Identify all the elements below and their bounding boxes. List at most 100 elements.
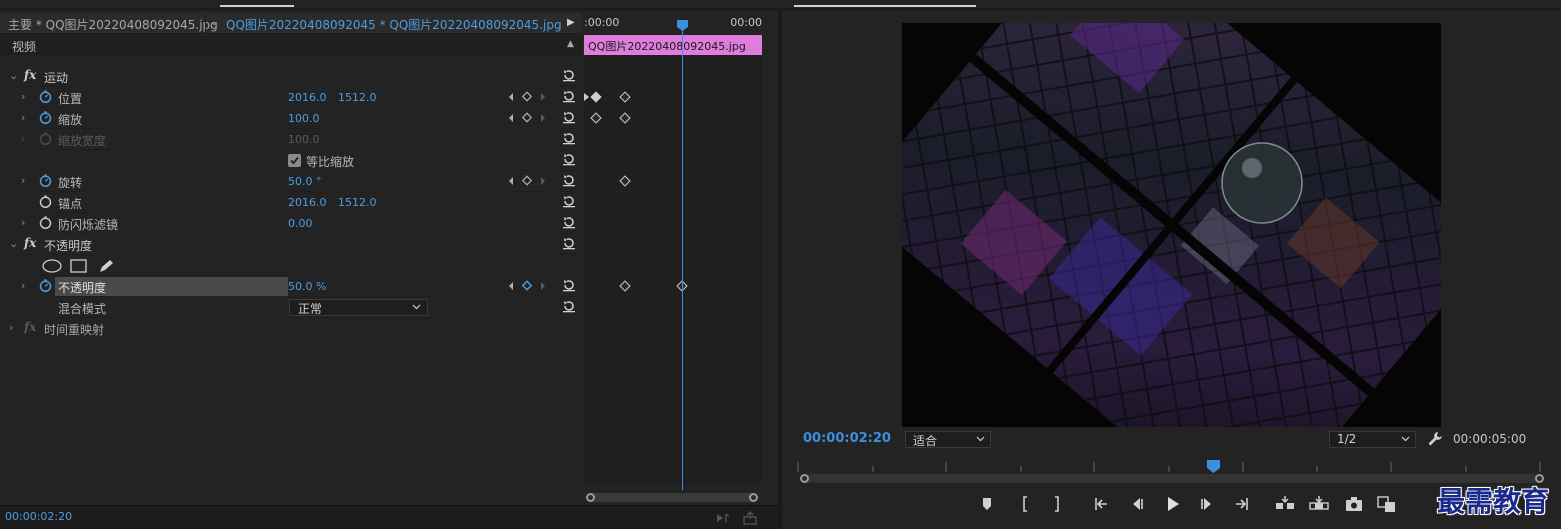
chevron-right-icon[interactable]: › [21,174,25,187]
position-y-value[interactable]: 1512.0 [338,91,377,104]
overwrite-icon[interactable] [1307,492,1331,516]
scrollbar-right-handle[interactable] [749,493,758,502]
fx-icon[interactable]: fx [24,320,36,334]
keyframe[interactable] [619,280,631,292]
reset-icon[interactable] [562,278,576,292]
stopwatch-icon[interactable] [39,279,52,292]
chevron-down-icon[interactable]: ⌄ [9,69,18,82]
clip-selector[interactable]: ⌄ QQ图片20220408092045 * QQ图片2022040809204… [205,13,565,34]
go-to-out-icon[interactable] [1229,492,1253,516]
reset-icon[interactable] [562,152,576,166]
program-current-timecode[interactable]: 00:00:02:20 [803,431,891,446]
uniform-scale-checkbox[interactable] [288,154,301,167]
program-monitor-video[interactable] [902,23,1441,427]
keyframe-navigator[interactable] [507,91,549,103]
mark-out-icon[interactable] [1045,492,1069,516]
program-time-ruler[interactable] [796,458,1544,474]
keyframe-timeline-area[interactable] [584,55,762,485]
playhead-handle[interactable] [677,20,688,31]
effect-row-motion[interactable]: ⌄ fx 运动 [0,66,582,87]
reset-icon[interactable] [562,131,576,145]
rectangle-mask-icon[interactable] [70,259,87,273]
reset-icon[interactable] [562,194,576,208]
param-row-opacity[interactable]: › 不透明度 50.0 % [0,276,582,297]
play-icon[interactable]: ▶ [567,17,575,28]
camera-icon[interactable] [1342,492,1366,516]
fx-icon[interactable]: fx [24,236,36,250]
keyframe-navigator[interactable] [507,280,549,292]
video-section-header: 视频 ▲ [0,35,582,55]
stopwatch-icon[interactable] [39,174,52,187]
keyframe[interactable] [619,112,631,124]
rotation-value[interactable]: 50.0 ° [288,175,322,188]
program-playhead[interactable] [1207,460,1220,473]
param-row-position[interactable]: › 位置 2016.0 1512.0 [0,87,582,108]
reset-icon[interactable] [562,299,576,313]
keyframe[interactable] [619,91,631,103]
effect-controls-timecode[interactable]: 00:00:02:20 [5,510,72,523]
scale-value[interactable]: 100.0 [288,112,320,125]
effect-controls-header: 主要 * QQ图片20220408092045.jpg ⌄ QQ图片202204… [0,13,582,34]
keyframe-navigator[interactable] [507,112,549,124]
scrub-left-handle[interactable] [800,474,809,483]
timeline-ruler[interactable]: :00:00 00:00 [584,13,762,34]
play-icon[interactable] [1160,492,1184,516]
collapse-up-icon[interactable]: ▲ [567,39,574,49]
opacity-value[interactable]: 50.0 % [288,280,326,293]
keyframe[interactable] [619,175,631,187]
keyframe[interactable] [590,112,602,124]
timeline-clip[interactable]: QQ图片20220408092045.jpg [584,35,762,55]
effect-row-time-remap[interactable]: › fx 时间重映射 [0,318,582,339]
anchor-x-value[interactable]: 2016.0 [288,196,327,209]
param-row-scale[interactable]: › 缩放 100.0 [0,108,582,129]
keyframe-navigator[interactable] [507,175,549,187]
reset-icon[interactable] [562,236,576,250]
reset-icon[interactable] [562,89,576,103]
reset-icon[interactable] [562,215,576,229]
reset-icon[interactable] [562,110,576,124]
chevron-down-icon[interactable]: ⌄ [9,237,18,250]
play-only-audio-icon[interactable] [715,511,731,525]
stopwatch-icon[interactable] [39,195,52,208]
go-to-in-icon[interactable] [1090,492,1114,516]
param-row-rotation[interactable]: › 旋转 50.0 ° [0,171,582,192]
chevron-right-icon[interactable]: › [21,111,25,124]
position-x-value[interactable]: 2016.0 [288,91,327,104]
export-icon[interactable] [742,511,758,525]
add-marker-icon[interactable] [975,492,999,516]
stopwatch-icon[interactable] [39,216,52,229]
chevron-right-icon[interactable]: › [21,279,25,292]
ellipse-mask-icon[interactable] [42,259,62,273]
resolution-dropdown[interactable]: 1/2 [1329,431,1416,448]
keyframe[interactable] [590,91,602,103]
param-row-anchor[interactable]: 锚点 2016.0 1512.0 [0,192,582,213]
effect-row-opacity[interactable]: ⌄ fx 不透明度 [0,234,582,255]
pen-mask-icon[interactable] [100,260,113,272]
anchor-y-value[interactable]: 1512.0 [338,196,377,209]
program-scrub-bar[interactable] [800,474,1544,483]
mark-in-icon[interactable] [1013,492,1037,516]
zoom-dropdown[interactable]: 适合 [905,431,991,448]
compare-view-icon[interactable] [1375,492,1399,516]
reset-icon[interactable] [562,173,576,187]
anti-flicker-value[interactable]: 0.00 [288,217,313,230]
chevron-right-icon[interactable]: › [21,90,25,103]
stopwatch-icon[interactable] [39,90,52,103]
scrollbar-left-handle[interactable] [586,493,595,502]
param-row-blend-mode[interactable]: 混合模式 正常 [0,297,582,318]
wrench-icon[interactable] [1427,431,1443,447]
step-back-icon[interactable] [1125,492,1149,516]
playhead-line [682,30,683,490]
sequence-title[interactable]: 主要 * QQ图片20220408092045.jpg [8,16,218,33]
stopwatch-icon[interactable] [39,111,52,124]
fx-icon[interactable]: fx [24,68,36,82]
chevron-right-icon[interactable]: › [21,216,25,229]
scale-width-value: 100.0 [288,133,320,146]
insert-icon[interactable] [1273,492,1297,516]
param-row-anti-flicker[interactable]: › 防闪烁滤镜 0.00 [0,213,582,234]
reset-icon[interactable] [562,68,576,82]
timeline-zoom-scrollbar[interactable] [586,493,758,502]
blend-mode-dropdown[interactable]: 正常 [289,299,428,316]
step-forward-icon[interactable] [1195,492,1219,516]
chevron-right-icon[interactable]: › [9,321,13,334]
